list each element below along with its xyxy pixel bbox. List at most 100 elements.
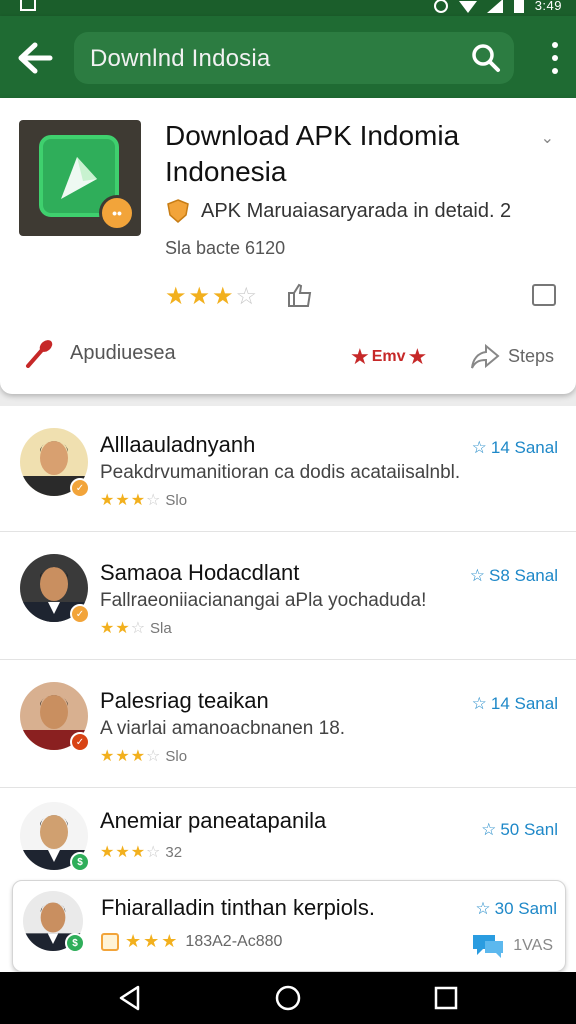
- comment-button[interactable]: 1VAS: [471, 933, 553, 959]
- star-icon: ★: [188, 283, 211, 310]
- arrow-back-icon: [18, 42, 53, 74]
- share-arrow-icon: [471, 343, 500, 369]
- avatar: $: [23, 891, 85, 953]
- favorite-label: Emv: [371, 348, 406, 365]
- battery-icon: [513, 0, 524, 13]
- steps-label: Steps: [508, 345, 555, 366]
- dot-icon: [552, 55, 558, 61]
- alarm-icon: [433, 0, 448, 13]
- star-icon: ★: [161, 931, 178, 951]
- audio-button[interactable]: Apudiuesea: [24, 338, 176, 368]
- app-subtitle-text: APK Maruaiasaryarada in detaid. 2: [201, 199, 512, 222]
- rating-count: 183A2-Ac880: [185, 932, 283, 950]
- star-outline-icon: ☆: [146, 748, 161, 765]
- badge-icon: ✓: [70, 732, 90, 752]
- star-icon: ★: [115, 492, 130, 509]
- review-meta-label: S8 Sanal: [489, 566, 558, 585]
- triangle-back-icon: [119, 985, 140, 1011]
- reviewer-name: Fhiaralladin tinthan kerpiols.: [101, 895, 375, 920]
- review-text: Fallraeoniiacianangai aPla yochaduda!: [100, 590, 427, 611]
- review-card[interactable]: $ Fhiaralladin tinthan kerpiols. ★ ★ ★ 1…: [12, 880, 566, 972]
- review-meta[interactable]: ☆ 50 Sanl: [481, 820, 558, 840]
- list-item[interactable]: ✓ Palesriag teaikan A viarlai amanoacbna…: [0, 662, 576, 788]
- status-bar: 3:49: [0, 0, 576, 16]
- app-icon[interactable]: ••: [19, 120, 141, 236]
- avatar: $: [20, 802, 90, 872]
- clock: 3:49: [534, 0, 562, 13]
- back-nav-button[interactable]: [116, 984, 144, 1012]
- review-meta-label: 50 Sanl: [500, 820, 558, 839]
- star-outline-icon: ☆: [475, 899, 491, 918]
- star-outline-icon: ☆: [481, 820, 497, 839]
- star-outline-icon: ☆: [146, 844, 161, 861]
- reviewer-name: Anemiar paneatapanila: [100, 808, 327, 833]
- star-icon: ★: [165, 283, 187, 310]
- star-outline-icon: ☆: [146, 492, 161, 509]
- list-item[interactable]: ✓ Alllaauladnyanh Peakdrvumanitioran ca …: [0, 406, 576, 532]
- app-subtitle: APK Maruaiasaryarada in detaid. 2: [165, 198, 511, 224]
- avatar: ✓: [20, 428, 90, 498]
- badge-icon: ✓: [70, 478, 90, 498]
- search-field[interactable]: Downlnd Indosia: [74, 32, 514, 84]
- review-meta[interactable]: ☆ S8 Sanal: [470, 566, 558, 586]
- signal-icon: [486, 0, 503, 13]
- star-outline-icon: ☆: [471, 694, 487, 713]
- app-title: Download APK Indomia Indonesia: [165, 120, 460, 187]
- circle-home-icon: [275, 985, 301, 1011]
- review-rating: ★ ★ ★ ☆ Slo: [100, 746, 187, 766]
- microphone-icon: [26, 340, 53, 368]
- review-rating: ★ ★ ★ ☆ Slo: [100, 490, 187, 510]
- avatar: ✓: [20, 682, 90, 752]
- chevron-down-icon[interactable]: ⌄: [541, 128, 554, 148]
- share-icon[interactable]: [532, 284, 556, 306]
- star-icon: ★: [130, 748, 146, 765]
- app-rating: ★ ★ ★ ☆: [165, 282, 257, 311]
- review-rating: ★ ★ ★ ☆ 32: [100, 842, 182, 862]
- recents-button[interactable]: [432, 984, 460, 1012]
- square-recents-icon: [434, 986, 458, 1010]
- favorite-button[interactable]: ★ Emv ★: [350, 344, 427, 370]
- review-text: Peakdrvumanitioran ca dodis acataiisalnb…: [100, 462, 461, 483]
- coin-icon: [101, 932, 119, 951]
- app-badge: ••: [99, 195, 135, 231]
- rating-count: Slo: [165, 491, 188, 509]
- star-outline-icon: ☆: [130, 620, 146, 637]
- comment-label: 1VAS: [513, 937, 553, 954]
- home-button[interactable]: [274, 984, 302, 1012]
- review-text: A viarlai amanoacbnanen 18.: [100, 718, 346, 739]
- navigation-bar: [0, 972, 576, 1024]
- review-meta[interactable]: ☆ 14 Sanal: [472, 694, 558, 714]
- more-options-button[interactable]: [550, 42, 560, 74]
- star-icon: ★: [115, 620, 130, 637]
- review-meta[interactable]: ☆ 30 Saml: [475, 899, 557, 919]
- star-icon: ★: [130, 844, 146, 861]
- app-detail-card: •• Download APK Indomia Indonesia ⌄ APK …: [0, 98, 576, 394]
- audio-label: Apudiuesea: [70, 341, 176, 364]
- back-button[interactable]: [14, 38, 56, 78]
- star-icon: ★: [115, 844, 130, 861]
- reviewer-name: Alllaauladnyanh: [100, 432, 256, 457]
- notification-icon: [20, 0, 36, 11]
- search-input[interactable]: Downlnd Indosia: [90, 45, 270, 73]
- badge-icon: $: [70, 852, 90, 872]
- steps-button[interactable]: Steps: [470, 342, 554, 370]
- search-button[interactable]: [470, 42, 502, 74]
- review-rating: ★ ★ ☆ Sla: [100, 618, 172, 638]
- star-icon: ★: [130, 492, 146, 509]
- rating-count: Sla: [150, 619, 172, 637]
- review-meta-label: 14 Sanal: [490, 438, 558, 457]
- search-icon: [472, 44, 500, 72]
- list-item[interactable]: ✓ Samaoa Hodacdlant Fallraeoniiaciananga…: [0, 534, 576, 660]
- star-icon: ★: [100, 492, 115, 509]
- avatar: ✓: [20, 554, 90, 624]
- badge-icon: $: [65, 933, 85, 953]
- star-icon: ★: [407, 344, 428, 369]
- review-rating: ★ ★ ★ 183A2-Ac880: [101, 931, 282, 952]
- review-meta[interactable]: ☆ 14 Sanal: [472, 438, 558, 458]
- chat-bubble-icon: [473, 935, 504, 958]
- review-meta-label: 30 Saml: [494, 899, 557, 918]
- star-icon: ★: [100, 748, 115, 765]
- app-bar: Downlnd Indosia: [0, 16, 576, 98]
- like-button[interactable]: [286, 282, 314, 308]
- star-outline-icon: ☆: [235, 283, 258, 310]
